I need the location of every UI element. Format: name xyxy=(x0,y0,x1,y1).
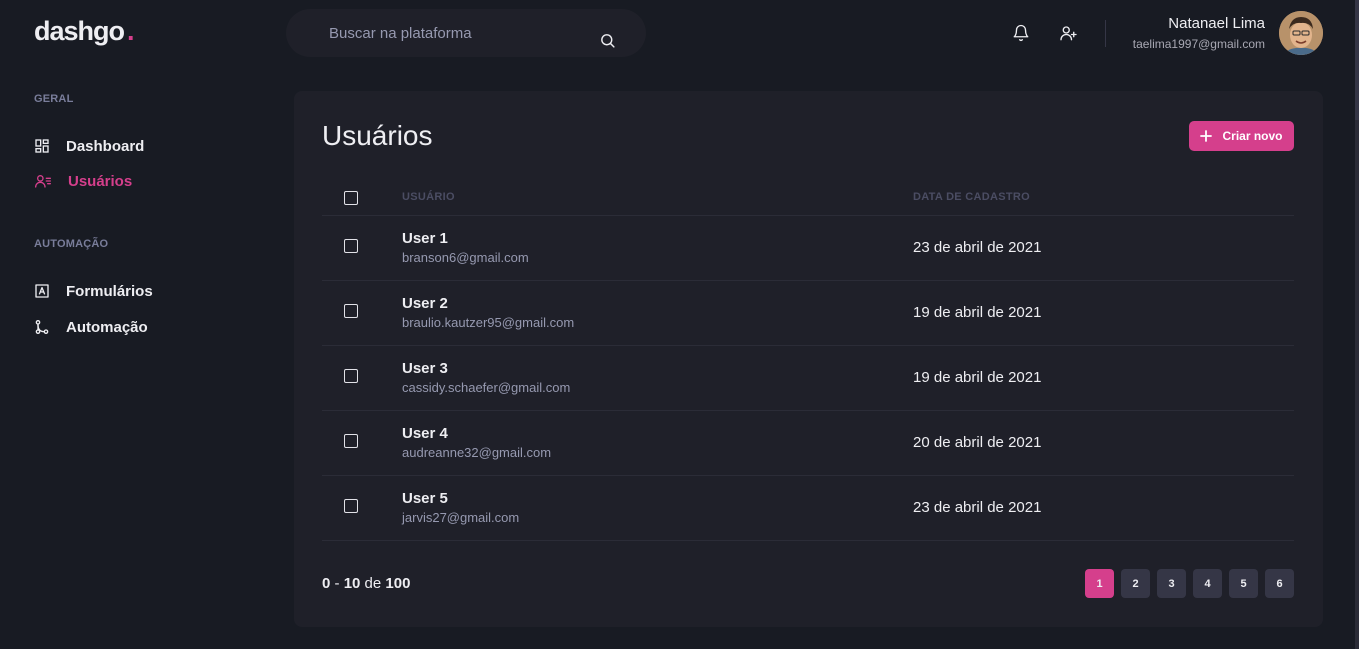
create-user-label: Criar novo xyxy=(1222,129,1283,143)
header-divider xyxy=(1105,20,1106,47)
sidebar-item-label: Usuários xyxy=(68,172,133,190)
scrollbar-thumb[interactable] xyxy=(1355,0,1359,120)
sidebar-section-geral: GERAL xyxy=(34,93,74,105)
column-header-usuario: USUÁRIO xyxy=(402,191,455,203)
user-email: audreanne32@gmail.com xyxy=(402,445,552,460)
page-title: Usuários xyxy=(322,120,433,151)
scrollbar[interactable] xyxy=(1355,0,1359,649)
page-button-5[interactable]: 5 xyxy=(1229,569,1258,598)
table-row[interactable]: User 4 audreanne32@gmail.com 20 de abril… xyxy=(322,411,1294,476)
users-table: USUÁRIO DATA DE CADASTRO User 1 branson6… xyxy=(322,176,1294,541)
table-row[interactable]: User 2 braulio.kautzer95@gmail.com 19 de… xyxy=(322,281,1294,346)
sidebar-item-automacao[interactable]: Automação xyxy=(34,316,148,338)
row-checkbox[interactable] xyxy=(344,434,358,448)
user-email: braulio.kautzer95@gmail.com xyxy=(402,315,575,330)
sidebar-item-label: Dashboard xyxy=(66,137,145,155)
user-add-icon[interactable] xyxy=(1059,24,1078,47)
row-checkbox[interactable] xyxy=(344,239,358,253)
row-checkbox[interactable] xyxy=(344,499,358,513)
user-email: branson6@gmail.com xyxy=(402,250,529,265)
row-checkbox[interactable] xyxy=(344,304,358,318)
users-icon xyxy=(35,175,51,188)
profile-email: taelima1997@gmail.com xyxy=(1132,37,1265,51)
table-row[interactable]: User 1 branson6@gmail.com 23 de abril de… xyxy=(322,216,1294,281)
user-date: 23 de abril de 2021 xyxy=(913,239,1042,256)
user-name: User 5 xyxy=(402,490,448,507)
range-end: 10 xyxy=(343,575,361,592)
header: dashgo. Buscar na plataforma Natanael Li… xyxy=(0,0,1359,66)
git-merge-icon xyxy=(35,320,49,334)
user-date: 19 de abril de 2021 xyxy=(913,369,1042,386)
search-icon[interactable] xyxy=(599,32,616,54)
page-button-3[interactable]: 3 xyxy=(1157,569,1186,598)
profile-name: Natanael Lima xyxy=(1168,15,1265,32)
plus-icon xyxy=(1200,130,1213,142)
page-button-1[interactable]: 1 xyxy=(1085,569,1114,598)
bell-icon[interactable] xyxy=(1012,24,1030,47)
user-name: User 3 xyxy=(402,360,448,377)
sidebar-item-dashboard[interactable]: Dashboard xyxy=(34,135,144,157)
logo-text: dashgo xyxy=(34,16,125,46)
sidebar-section-automacao: AUTOMAÇÃO xyxy=(34,238,109,250)
pagination: 1 2 3 4 5 6 xyxy=(1085,569,1294,598)
users-panel: Usuários Criar novo USUÁRIO DATA DE CADA… xyxy=(294,91,1323,627)
page-button-4[interactable]: 4 xyxy=(1193,569,1222,598)
user-date: 23 de abril de 2021 xyxy=(913,499,1042,516)
sidebar-item-usuarios[interactable]: Usuários xyxy=(34,170,132,192)
logo[interactable]: dashgo. xyxy=(34,16,134,47)
sidebar-item-label: Formulários xyxy=(66,282,153,300)
avatar[interactable] xyxy=(1279,11,1323,55)
sidebar-item-formularios[interactable]: Formulários xyxy=(34,280,153,302)
page-button-2[interactable]: 2 xyxy=(1121,569,1150,598)
select-all-checkbox[interactable] xyxy=(344,191,358,205)
user-name: User 2 xyxy=(402,295,448,312)
page-button-6[interactable]: 6 xyxy=(1265,569,1294,598)
sidebar-item-label: Automação xyxy=(66,318,148,336)
column-header-data-cadastro: DATA DE CADASTRO xyxy=(913,191,1031,203)
table-header: USUÁRIO DATA DE CADASTRO xyxy=(322,176,1294,216)
row-checkbox[interactable] xyxy=(344,369,358,383)
total-count: 100 xyxy=(385,575,411,592)
table-row[interactable]: User 5 jarvis27@gmail.com 23 de abril de… xyxy=(322,476,1294,541)
logo-dot: . xyxy=(127,16,134,46)
user-name: User 1 xyxy=(402,230,448,247)
user-name: User 4 xyxy=(402,425,448,442)
form-icon xyxy=(35,284,49,298)
dashboard-icon xyxy=(35,139,49,153)
search-bar[interactable]: Buscar na plataforma xyxy=(286,9,646,57)
sidebar: GERAL Dashboard Usuários AUTOMAÇÃO Formu… xyxy=(0,66,270,649)
user-date: 19 de abril de 2021 xyxy=(913,304,1042,321)
pagination-info: 0 - 10 de 100 xyxy=(322,575,410,592)
range-separator: - xyxy=(330,575,344,592)
user-date: 20 de abril de 2021 xyxy=(913,434,1042,451)
search-input[interactable]: Buscar na plataforma xyxy=(329,25,472,42)
create-user-button[interactable]: Criar novo xyxy=(1189,121,1294,151)
table-row[interactable]: User 3 cassidy.schaefer@gmail.com 19 de … xyxy=(322,346,1294,411)
of-label: de xyxy=(360,575,386,592)
user-email: jarvis27@gmail.com xyxy=(402,510,520,525)
user-email: cassidy.schaefer@gmail.com xyxy=(402,380,571,395)
